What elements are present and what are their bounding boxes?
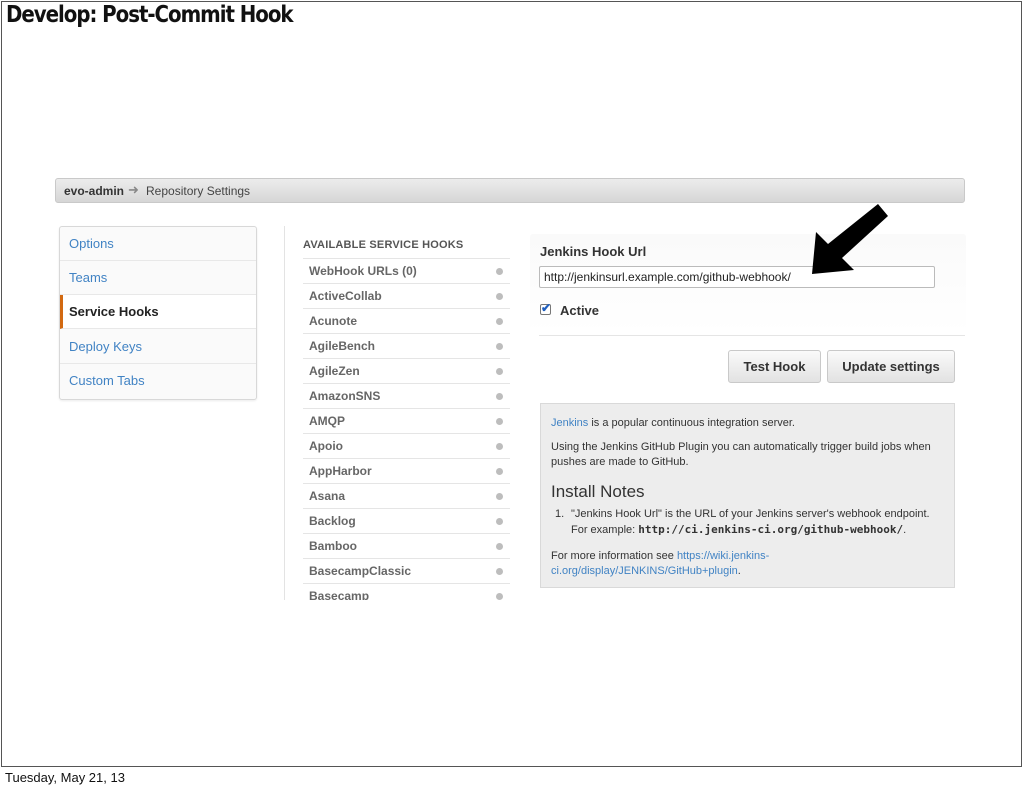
service-hook-item[interactable]: Bamboo xyxy=(303,533,510,557)
service-hook-label: AmazonSNS xyxy=(309,389,381,403)
status-dot-icon xyxy=(496,393,503,400)
install-notes-heading: Install Notes xyxy=(551,482,645,501)
hook-url-label: Jenkins Hook Url xyxy=(540,244,647,259)
update-settings-button[interactable]: Update settings xyxy=(827,350,955,383)
service-hook-item[interactable]: AgileZen xyxy=(303,358,510,382)
sidebar-item-options[interactable]: Options xyxy=(60,227,256,261)
sidebar-item-custom-tabs[interactable]: Custom Tabs xyxy=(60,364,256,398)
status-dot-icon xyxy=(496,368,503,375)
service-hook-label: BasecampClassic xyxy=(309,564,412,578)
service-hook-label: Asana xyxy=(309,489,346,503)
service-hook-label: Bamboo xyxy=(309,539,357,553)
service-hook-item[interactable]: BasecampClassic xyxy=(303,558,510,582)
service-hook-label: AgileZen xyxy=(309,364,360,378)
service-hook-label: Basecamp xyxy=(309,589,370,600)
note-number: 1. xyxy=(555,508,565,520)
info-plugin-text: Using the Jenkins GitHub Plugin you can … xyxy=(551,441,931,468)
status-dot-icon xyxy=(496,468,503,475)
annotation-arrow-icon xyxy=(812,204,888,274)
service-hook-item[interactable]: AmazonSNS xyxy=(303,383,510,407)
service-hook-item[interactable]: WebHook URLs (0) xyxy=(303,258,510,282)
status-dot-icon xyxy=(496,343,503,350)
more-info-text: For more information see https://wiki.je… xyxy=(551,550,770,577)
service-hooks-list: WebHook URLs (0) ActiveCollab Acunote Agile… xyxy=(303,258,510,600)
info-box: Jenkins is a popular continuous integrat… xyxy=(540,403,955,588)
sidebar-item-service-hooks[interactable]: Service Hooks xyxy=(60,295,256,329)
active-checkbox[interactable]: ✔ xyxy=(540,301,552,315)
service-hook-item[interactable]: AMQP xyxy=(303,408,510,432)
service-hook-item[interactable]: ActiveCollab xyxy=(303,283,510,307)
service-hook-label: AppHarbor xyxy=(309,464,372,478)
jenkins-link[interactable]: Jenkins xyxy=(551,417,588,429)
service-hook-label: Backlog xyxy=(309,514,356,528)
service-hook-item[interactable]: Backlog xyxy=(303,508,510,532)
slide-footer-date: Tuesday, May 21, 13 xyxy=(5,770,125,785)
column-divider xyxy=(284,226,285,600)
status-dot-icon xyxy=(496,543,503,550)
note-line-1: "Jenkins Hook Url" is the URL of your Je… xyxy=(571,508,930,520)
status-dot-icon xyxy=(496,268,503,275)
arrow-right-icon: ➜ xyxy=(128,182,139,197)
status-dot-icon xyxy=(496,318,503,325)
service-hook-item[interactable]: Apoio xyxy=(303,433,510,457)
hooks-list-title: AVAILABLE SERVICE HOOKS xyxy=(303,239,464,251)
status-dot-icon xyxy=(496,293,503,300)
service-hook-label: Acunote xyxy=(309,314,357,328)
active-label: Active xyxy=(560,303,600,318)
service-hook-item[interactable]: Asana xyxy=(303,483,510,507)
breadcrumb-current-page: Repository Settings xyxy=(146,184,251,198)
status-dot-icon xyxy=(496,493,503,500)
service-hook-label: ActiveCollab xyxy=(309,289,382,303)
service-hook-label: WebHook URLs (0) xyxy=(309,264,417,278)
status-dot-icon xyxy=(496,593,503,600)
service-hook-label: AMQP xyxy=(309,414,345,428)
status-dot-icon xyxy=(496,518,503,525)
service-hook-item[interactable]: Acunote xyxy=(303,308,510,332)
settings-sidebar: Options Teams Service Hooks Deploy Keys … xyxy=(59,226,257,400)
status-dot-icon xyxy=(496,418,503,425)
panel-divider xyxy=(539,335,965,336)
example-url-code: http://ci.jenkins-ci.org/github-webhook/ xyxy=(638,523,904,536)
sidebar-item-deploy-keys[interactable]: Deploy Keys xyxy=(60,330,256,364)
info-intro: Jenkins is a popular continuous integrat… xyxy=(551,417,795,429)
service-hook-label: AgileBench xyxy=(309,339,376,353)
slide-title: Develop: Post-Commit Hook xyxy=(6,2,294,28)
test-hook-button[interactable]: Test Hook xyxy=(728,350,821,383)
service-hook-item[interactable]: Basecamp xyxy=(303,583,510,600)
service-hook-item[interactable]: AgileBench xyxy=(303,333,510,357)
status-dot-icon xyxy=(496,568,503,575)
status-dot-icon xyxy=(496,443,503,450)
service-hook-label: Apoio xyxy=(309,439,343,453)
note-line-2: For example: http://ci.jenkins-ci.org/gi… xyxy=(571,523,907,536)
checkmark-icon: ✔ xyxy=(541,301,552,315)
service-hook-item[interactable]: AppHarbor xyxy=(303,458,510,482)
breadcrumb-owner-link[interactable]: evo-admin xyxy=(64,184,124,198)
sidebar-item-teams[interactable]: Teams xyxy=(60,261,256,295)
